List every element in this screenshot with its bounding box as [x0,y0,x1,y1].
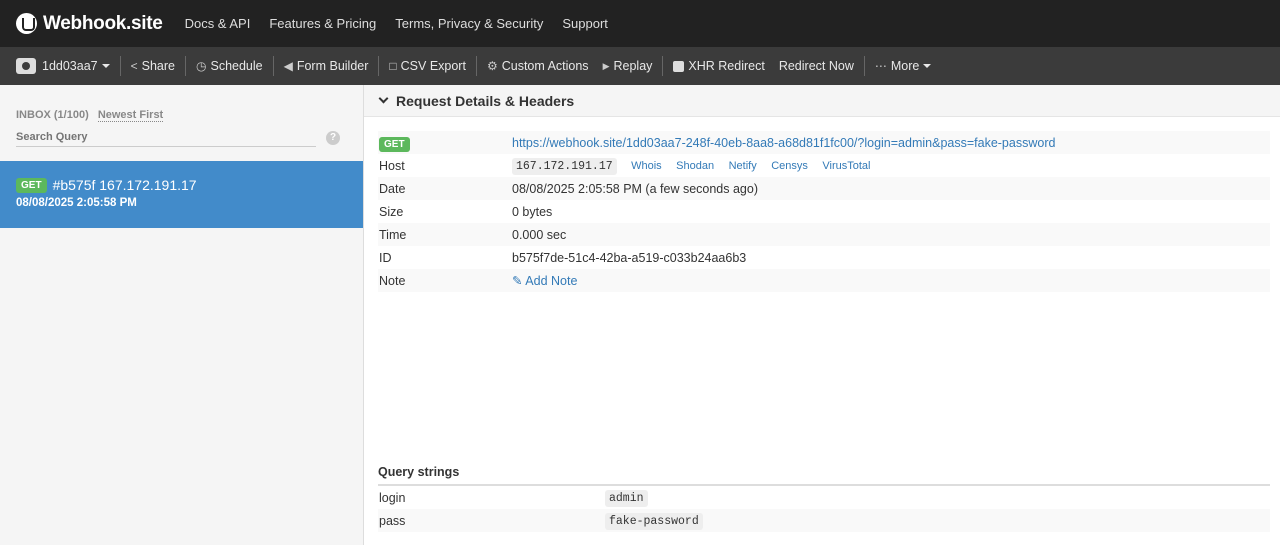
replay-label: Replay [613,59,653,73]
inbox-count: INBOX (1/100) [16,109,89,121]
host-value: 167.172.191.17 [512,158,617,175]
schedule-label: Schedule [210,59,263,73]
detail-row-url: GET https://webhook.site/1dd03aa7-248f-4… [378,131,1270,154]
form-builder-label: Form Builder [296,59,369,73]
replay-button[interactable]: ▶ Replay [603,59,653,73]
shodan-link[interactable]: Shodan [676,160,714,172]
toolbar-divider [185,56,186,76]
method-badge: GET [379,136,410,152]
query-strings-table: login admin pass fake-password [378,486,1270,532]
token-label: 1dd03aa7 [42,59,98,73]
request-details-panel: Request Details & Headers GET https://we… [364,85,1280,545]
detail-row-note: Note ✎ Add Note [378,269,1270,292]
xhr-redirect-label: XHR Redirect [688,59,765,73]
nav-docs-api[interactable]: Docs & API [185,16,251,31]
file-icon: □ [389,59,397,73]
xhr-redirect-icon [673,60,685,72]
request-title: #b575f 167.172.191.17 [52,177,197,193]
detail-row-id: ID b575f7de-51c4-42ba-a519-c033b24aa6b3 [378,246,1270,269]
request-details-table: GET https://webhook.site/1dd03aa7-248f-4… [378,131,1270,292]
whois-link[interactable]: Whois [631,160,662,172]
redirect-now-label: Redirect Now [778,59,854,73]
method-badge: GET [16,177,47,193]
detail-row-time: Time 0.000 sec [378,223,1270,246]
share-button[interactable]: < Share [131,59,175,73]
toolbar-divider [863,56,865,76]
clock-outline-icon: ◷ [196,59,207,73]
request-timestamp: 08/08/2025 2:05:58 PM [16,197,137,209]
caret-down-icon [923,64,932,68]
nav-support[interactable]: Support [562,16,608,31]
request-list-item[interactable]: GET #b575f 167.172.191.17 08/08/2025 2:0… [0,161,363,228]
time-value: 0.000 sec [511,223,1270,246]
clock-icon [16,58,36,74]
share-icon: < [130,59,138,73]
query-value: admin [605,490,648,507]
xhr-redirect-button[interactable]: XHR Redirect [673,59,765,73]
redirect-now-button[interactable]: Redirect Now [779,59,854,73]
detail-row-date: Date 08/08/2025 2:05:58 PM (a few second… [378,177,1270,200]
ellipsis-icon: ⋯ [874,59,887,73]
detail-row-host: Host 167.172.191.17 Whois Shodan Netify … [378,154,1270,177]
table-row: pass fake-password [378,509,1270,532]
virustotal-link[interactable]: VirusTotal [822,160,870,172]
query-key: pass [378,509,604,532]
webhook-logo-icon [16,13,37,34]
brand-logo-link[interactable]: Webhook.site [16,13,163,35]
more-dropdown[interactable]: ⋯ More [874,59,932,73]
share-label: Share [141,59,175,73]
sort-order-toggle[interactable]: Newest First [97,109,164,122]
inbox-sidebar: INBOX (1/100) Newest First ? GET #b575f … [0,85,364,545]
more-label: More [890,59,920,73]
toolbar-divider [272,56,274,76]
custom-actions-button[interactable]: ⚙ Custom Actions [487,59,589,73]
details-section-toggle[interactable]: Request Details & Headers [364,85,1280,117]
schedule-button[interactable]: ◷ Schedule [196,59,263,73]
csv-export-label: CSV Export [400,59,466,73]
query-key: login [379,490,406,505]
censys-link[interactable]: Censys [771,160,808,172]
toolbar: 1dd03aa7 < Share ◷ Schedule ◀ Form Build… [0,47,1280,85]
brand-name: Webhook.site [43,12,163,34]
nav-terms-privacy[interactable]: Terms, Privacy & Security [395,16,543,31]
size-label: Size [379,204,404,219]
custom-actions-label: Custom Actions [501,59,589,73]
chevron-down-icon [378,93,389,104]
note-label: Note [378,269,511,292]
csv-export-button[interactable]: □ CSV Export [389,59,466,73]
id-label: ID [379,250,392,265]
inbox-header: INBOX (1/100) Newest First [0,85,363,122]
host-label: Host [379,158,405,173]
query-value: fake-password [605,513,703,530]
detail-row-size: Size 0 bytes [378,200,1270,223]
details-heading: Request Details & Headers [396,92,575,109]
toolbar-divider [378,56,380,76]
pencil-icon: ✎ [512,274,523,288]
play-icon: ▶ [602,60,610,71]
nav-features-pricing[interactable]: Features & Pricing [269,16,376,31]
id-value: b575f7de-51c4-42ba-a519-c033b24aa6b3 [512,250,747,265]
form-builder-button[interactable]: ◀ Form Builder [284,59,369,73]
add-note-link[interactable]: Add Note [525,274,577,288]
netify-link[interactable]: Netify [729,160,757,172]
query-strings-title: Query strings [378,465,1270,486]
caret-down-icon [101,64,110,68]
table-row: login admin [378,486,1270,509]
time-label: Time [378,223,511,246]
form-icon: ◀ [283,59,293,73]
date-label: Date [378,177,511,200]
toolbar-divider [475,56,477,76]
gear-icon: ⚙ [486,59,498,73]
search-query-input[interactable] [16,129,316,147]
request-url-link[interactable]: https://webhook.site/1dd03aa7-248f-40eb-… [512,136,1055,150]
size-value: 0 bytes [512,204,553,219]
token-dropdown[interactable]: 1dd03aa7 [16,58,110,74]
query-strings-section: Query strings login admin pass fake-pass… [378,465,1270,532]
help-icon[interactable]: ? [326,131,340,145]
toolbar-divider [119,56,121,76]
toolbar-divider [662,56,664,76]
top-navbar: Webhook.site Docs & API Features & Prici… [0,0,1280,47]
date-value: 08/08/2025 2:05:58 PM (a few seconds ago… [511,177,1270,200]
